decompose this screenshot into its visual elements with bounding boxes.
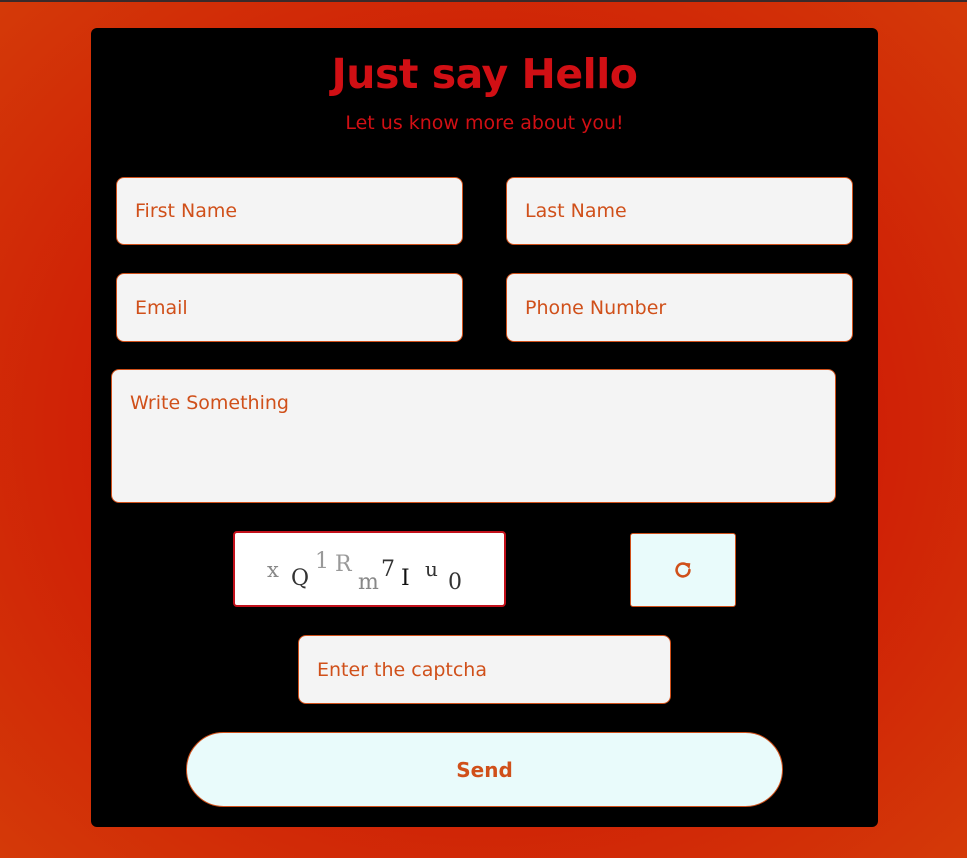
captcha-char: 0 (448, 570, 462, 595)
refresh-icon (675, 562, 691, 578)
first-name-input[interactable]: First Name (116, 177, 463, 245)
captcha-char: I (401, 566, 410, 591)
captcha-char: 1 (315, 549, 329, 574)
captcha-input[interactable]: Enter the captcha (298, 635, 671, 704)
captcha-char: 7 (381, 557, 395, 582)
captcha-char: R (335, 552, 352, 577)
captcha-image: x Q 1 R m 7 I u 0 (233, 531, 506, 607)
form-subtitle: Let us know more about you! (345, 112, 624, 134)
message-textarea[interactable]: Write Something (111, 369, 836, 503)
send-button[interactable]: Send (186, 732, 783, 807)
captcha-char: u (425, 557, 438, 581)
captcha-char: Q (291, 566, 310, 591)
email-input[interactable]: Email (116, 273, 463, 342)
contact-form-card: Just say Hello Let us know more about yo… (91, 28, 878, 827)
phone-number-input[interactable]: Phone Number (506, 273, 853, 342)
form-title: Just say Hello (331, 50, 638, 98)
last-name-input[interactable]: Last Name (506, 177, 853, 245)
refresh-captcha-button[interactable] (630, 533, 736, 607)
captcha-char: m (358, 570, 379, 595)
captcha-char: x (267, 558, 279, 582)
